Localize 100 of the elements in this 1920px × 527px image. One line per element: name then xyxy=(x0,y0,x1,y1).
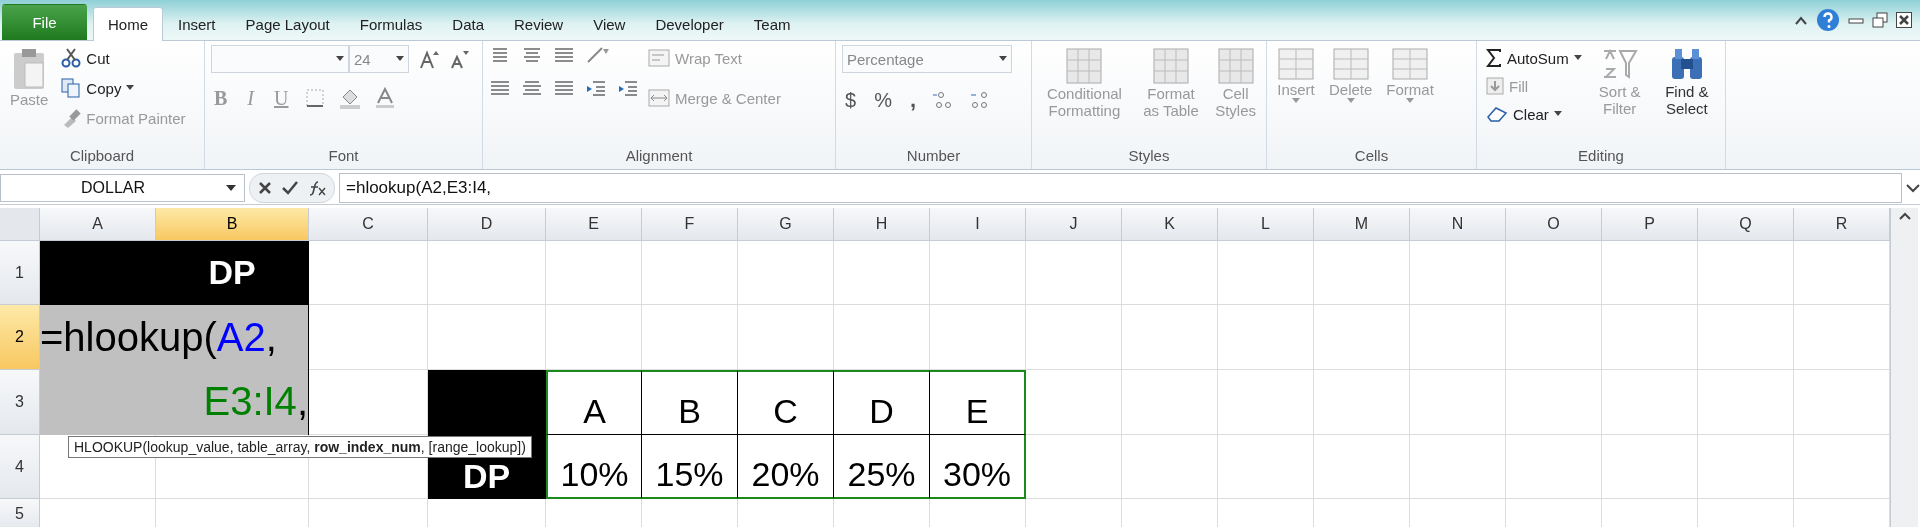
cut-button[interactable]: Cut xyxy=(58,45,189,71)
empty-cell[interactable] xyxy=(1026,305,1122,370)
row-header[interactable]: 2 xyxy=(0,305,40,370)
empty-cell[interactable] xyxy=(930,305,1026,370)
empty-cell[interactable] xyxy=(1602,305,1698,370)
empty-cell[interactable] xyxy=(1314,370,1410,435)
column-header[interactable]: D xyxy=(428,208,546,241)
empty-cell[interactable] xyxy=(1506,305,1602,370)
empty-cell[interactable] xyxy=(1410,241,1506,305)
empty-cell[interactable] xyxy=(1122,370,1218,435)
cell-editor[interactable]: =hlookup(A2, E3:I4, xyxy=(40,305,309,435)
borders-icon[interactable] xyxy=(305,88,326,108)
empty-cell[interactable] xyxy=(1602,435,1698,499)
row-header[interactable]: 3 xyxy=(0,370,40,435)
empty-cell[interactable] xyxy=(1314,241,1410,305)
name-box[interactable]: DOLLAR xyxy=(0,174,245,202)
empty-cell[interactable] xyxy=(1410,370,1506,435)
file-menu-button[interactable]: File xyxy=(2,4,87,40)
ribbon-tab[interactable]: Developer xyxy=(640,8,739,40)
ribbon-tab[interactable]: View xyxy=(578,8,641,40)
copy-button[interactable]: Copy xyxy=(58,75,189,101)
ribbon-tab[interactable]: Team xyxy=(738,8,806,40)
formula-input[interactable]: =hlookup(A2,E3:I4, xyxy=(339,173,1902,203)
ribbon-tab[interactable]: Data xyxy=(437,8,499,40)
currency-button[interactable]: $ xyxy=(842,87,860,113)
increase-indent-icon[interactable] xyxy=(617,79,639,97)
column-header[interactable]: Q xyxy=(1698,208,1794,241)
vertical-scrollbar[interactable] xyxy=(1890,208,1918,527)
column-header[interactable]: G xyxy=(738,208,834,241)
empty-cell[interactable] xyxy=(1026,370,1122,435)
autosum-button[interactable]: AutoSum xyxy=(1483,45,1585,71)
row-header[interactable]: 4 xyxy=(0,435,40,499)
column-header[interactable]: F xyxy=(642,208,738,241)
clear-button[interactable]: Clear xyxy=(1483,101,1585,127)
ribbon-tab[interactable]: Home xyxy=(93,7,163,41)
ribbon-tab[interactable]: Page Layout xyxy=(230,8,345,40)
empty-cell[interactable] xyxy=(642,241,738,305)
shrink-font-icon[interactable] xyxy=(449,49,469,69)
restore-icon[interactable] xyxy=(1872,12,1888,28)
column-header[interactable]: R xyxy=(1794,208,1890,241)
column-header[interactable]: A xyxy=(40,208,156,241)
empty-cell[interactable] xyxy=(1218,241,1314,305)
empty-cell[interactable] xyxy=(738,305,834,370)
column-header[interactable]: I xyxy=(930,208,1026,241)
column-header[interactable]: L xyxy=(1218,208,1314,241)
empty-cell[interactable] xyxy=(1410,305,1506,370)
column-header[interactable]: K xyxy=(1122,208,1218,241)
empty-cell[interactable] xyxy=(1218,370,1314,435)
find-select-button[interactable]: Find & Select xyxy=(1654,45,1719,145)
column-header[interactable]: O xyxy=(1506,208,1602,241)
row-header[interactable]: 5 xyxy=(0,499,40,527)
empty-cell[interactable] xyxy=(930,241,1026,305)
empty-cell[interactable] xyxy=(1506,435,1602,499)
empty-cell[interactable] xyxy=(1698,435,1794,499)
align-right-icon[interactable] xyxy=(553,79,575,97)
column-header[interactable]: E xyxy=(546,208,642,241)
ribbon-tab[interactable]: Review xyxy=(499,8,579,40)
column-header[interactable]: B xyxy=(156,208,309,241)
column-header[interactable]: C xyxy=(309,208,428,241)
column-header[interactable]: H xyxy=(834,208,930,241)
ribbon-tab[interactable]: Insert xyxy=(163,8,231,40)
enter-check-icon[interactable] xyxy=(282,181,298,195)
decrease-indent-icon[interactable] xyxy=(585,79,607,97)
empty-cell[interactable] xyxy=(1410,435,1506,499)
fill-color-icon[interactable] xyxy=(339,87,362,109)
collapse-ribbon-icon[interactable] xyxy=(1794,14,1808,26)
grow-font-icon[interactable] xyxy=(419,49,439,69)
empty-cell[interactable] xyxy=(1698,370,1794,435)
empty-cell[interactable] xyxy=(1698,241,1794,305)
empty-cell[interactable] xyxy=(1026,435,1122,499)
empty-cell[interactable] xyxy=(834,241,930,305)
row-header[interactable]: 1 xyxy=(0,241,40,305)
insert-function-icon[interactable] xyxy=(308,180,326,196)
empty-cell[interactable] xyxy=(642,305,738,370)
help-icon[interactable] xyxy=(1816,8,1840,32)
empty-cell[interactable] xyxy=(1506,370,1602,435)
comma-style-button[interactable]: , xyxy=(906,87,920,113)
empty-cell[interactable] xyxy=(1122,305,1218,370)
font-name-field[interactable] xyxy=(211,45,349,73)
number-format-dropdown[interactable]: Percentage xyxy=(842,45,1012,73)
empty-cell[interactable] xyxy=(1698,305,1794,370)
empty-cell[interactable] xyxy=(546,241,642,305)
empty-cell[interactable] xyxy=(1314,435,1410,499)
empty-cell[interactable] xyxy=(1314,305,1410,370)
empty-cell[interactable] xyxy=(1026,241,1122,305)
select-all-corner[interactable] xyxy=(0,208,40,241)
ribbon-tab[interactable]: Formulas xyxy=(344,8,438,40)
scroll-up-icon[interactable] xyxy=(1898,212,1911,220)
align-center-icon[interactable] xyxy=(521,79,543,97)
empty-cell[interactable] xyxy=(834,305,930,370)
expand-formula-bar-icon[interactable] xyxy=(1906,183,1920,193)
cancel-icon[interactable] xyxy=(258,181,272,195)
font-color-icon[interactable] xyxy=(375,87,396,109)
align-left-icon[interactable] xyxy=(489,79,511,97)
empty-cell[interactable] xyxy=(1602,241,1698,305)
column-header[interactable]: M xyxy=(1314,208,1410,241)
empty-cell[interactable] xyxy=(546,305,642,370)
column-header[interactable]: J xyxy=(1026,208,1122,241)
empty-cell[interactable] xyxy=(428,241,546,305)
empty-cell[interactable] xyxy=(1602,370,1698,435)
